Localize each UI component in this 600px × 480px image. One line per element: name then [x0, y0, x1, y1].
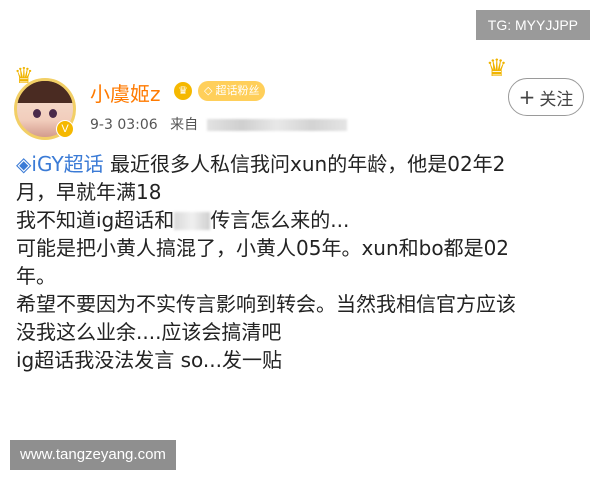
topic-diamond-icon: ◈	[16, 152, 32, 176]
post-text: 最近很多人私信我问xun的年龄，他是02年2	[110, 152, 506, 176]
post-text: 我不知道ig超话和	[16, 208, 175, 232]
watermark-bottom-left: www.tangzeyang.com	[10, 440, 176, 470]
verified-icon: V	[56, 120, 74, 138]
post-line: 希望不要因为不实传言影响到转会。当然我相信官方应该	[16, 292, 516, 316]
topic-label: iGY超话	[31, 152, 104, 176]
blurred-text	[174, 212, 211, 230]
follow-button[interactable]: + 关注	[508, 78, 584, 116]
fan-badge-label: 超话粉丝	[215, 84, 260, 97]
topic-link[interactable]: ◈iGY超话	[16, 152, 110, 176]
avatar-eye	[33, 109, 41, 118]
post-line: 可能是把小黄人搞混了，小黄人05年。xun和bo都是02	[16, 236, 510, 260]
post-line: ig超话我没法发言 so...发一贴	[16, 348, 282, 372]
post-text: 传言怎么来的...	[210, 208, 350, 232]
blurred-source	[206, 119, 347, 131]
post-line: 没我这么业余....应该会搞清吧	[16, 320, 282, 344]
watermark-top-right: TG: MYYJJPP	[475, 10, 590, 40]
post-meta: 9-3 03:06 来自	[90, 114, 347, 134]
post-line: ◈iGY超话 最近很多人私信我问xun的年龄，他是02年2	[16, 150, 576, 178]
fan-badge[interactable]: ◇ 超话粉丝	[198, 81, 266, 101]
weibo-post-card: ♛ ♛ V 小虞姬z ♛ ◇ 超话粉丝 9-3 03:06 来自 + 关注 ◈i…	[0, 50, 600, 440]
avatar-hair	[17, 81, 73, 103]
post-line: 年。	[16, 264, 56, 288]
timestamp: 9-3 03:06	[90, 117, 158, 133]
post-line: 月，早就年满18	[16, 180, 162, 204]
follow-label: 关注	[539, 89, 574, 110]
post-line: 我不知道ig超话和 传言怎么来的...	[16, 206, 576, 234]
member-crown-icon: ♛	[174, 82, 192, 100]
avatar-eye	[49, 109, 57, 118]
plus-icon: +	[518, 85, 536, 109]
post-body: ◈iGY超话 最近很多人私信我问xun的年龄，他是02年2 月，早就年满18 我…	[16, 150, 576, 374]
source-prefix: 来自	[170, 117, 199, 133]
crown-icon: ♛	[486, 54, 508, 82]
username[interactable]: 小虞姬z	[90, 78, 161, 107]
diamond-icon: ◇	[204, 84, 213, 97]
